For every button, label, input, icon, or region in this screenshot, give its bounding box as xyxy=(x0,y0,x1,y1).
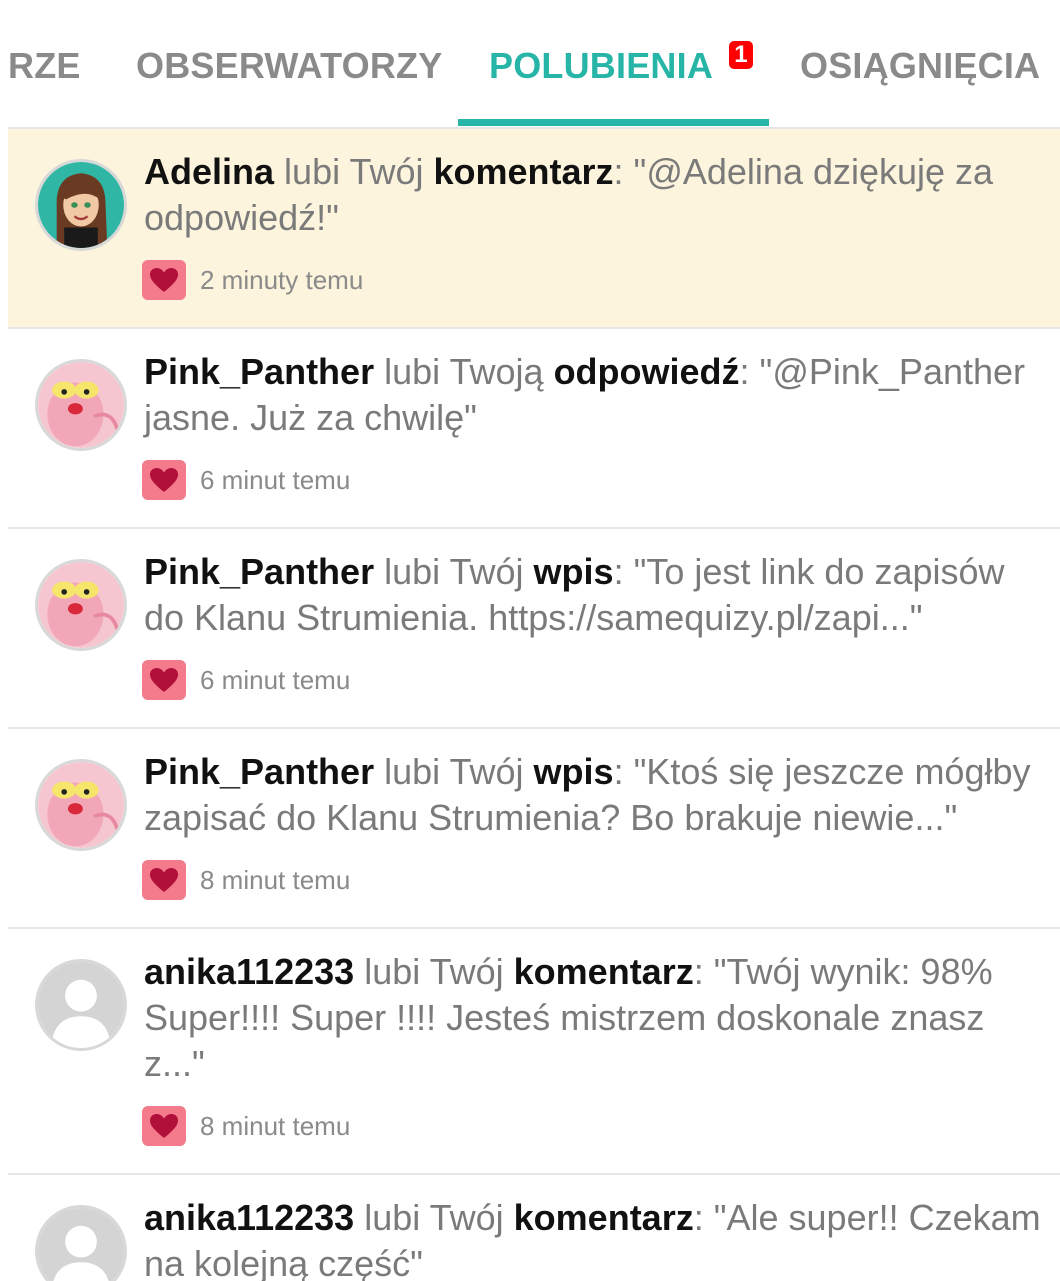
tab-bar: RZE OBSERWATORZY POLUBIENIA 1 OSIĄGNIĘCI… xyxy=(0,0,1060,127)
like-text: Pink_Panther lubi Twój wpis: "Ktoś się j… xyxy=(144,749,1044,841)
like-verb: lubi Twoją xyxy=(384,351,544,392)
like-text: Adelina lubi Twój komentarz: "@Adelina d… xyxy=(144,149,1044,241)
heart-icon xyxy=(150,1114,178,1138)
like-verb: lubi Twój xyxy=(384,551,524,592)
active-tab-indicator xyxy=(458,119,769,126)
like-text: anika112233 lubi Twój komentarz: "Ale su… xyxy=(144,1195,1044,1281)
like-text: Pink_Panther lubi Twoją odpowiedź: "@Pin… xyxy=(144,349,1044,441)
user-name[interactable]: anika112233 xyxy=(144,951,354,992)
heart-icon xyxy=(150,468,178,492)
like-meta: 8 minut temu xyxy=(142,860,350,900)
timestamp: 6 minut temu xyxy=(200,664,351,695)
object-type[interactable]: wpis xyxy=(534,751,614,792)
avatar[interactable] xyxy=(35,159,127,251)
like-verb: lubi Twój xyxy=(284,151,424,192)
list-item[interactable]: Pink_Panther lubi Twoją odpowiedź: "@Pin… xyxy=(8,327,1060,527)
default-avatar-icon xyxy=(38,962,124,1048)
tab-polubienia-label: POLUBIENIA xyxy=(489,45,714,86)
heart-icon xyxy=(150,668,178,692)
timestamp: 8 minut temu xyxy=(200,1110,351,1141)
like-meta: 6 minut temu xyxy=(142,660,350,700)
pink-panther-avatar-icon xyxy=(38,362,124,448)
user-name[interactable]: Pink_Panther xyxy=(144,751,374,792)
bitmoji-avatar-icon xyxy=(38,162,124,248)
heart-icon xyxy=(150,268,178,292)
user-name[interactable]: Pink_Panther xyxy=(144,351,374,392)
list-item[interactable]: anika112233 lubi Twój komentarz: "Twój w… xyxy=(8,927,1060,1173)
avatar[interactable] xyxy=(35,759,127,851)
user-name[interactable]: Pink_Panther xyxy=(144,551,374,592)
like-verb: lubi Twój xyxy=(364,1197,504,1238)
default-avatar-icon xyxy=(38,1208,124,1281)
timestamp: 6 minut temu xyxy=(200,464,351,495)
like-meta: 8 minut temu xyxy=(142,1106,350,1146)
heart-icon xyxy=(150,868,178,892)
heart-badge xyxy=(142,260,186,300)
like-meta: 2 minuty temu xyxy=(142,260,363,300)
likes-list: Adelina lubi Twój komentarz: "@Adelina d… xyxy=(8,127,1060,1281)
avatar[interactable] xyxy=(35,1205,127,1281)
like-meta: 6 minut temu xyxy=(142,460,350,500)
object-type[interactable]: odpowiedź xyxy=(554,351,740,392)
heart-badge xyxy=(142,460,186,500)
user-name[interactable]: anika112233 xyxy=(144,1197,354,1238)
avatar[interactable] xyxy=(35,359,127,451)
heart-badge xyxy=(142,660,186,700)
list-item[interactable]: Pink_Panther lubi Twój wpis: "To jest li… xyxy=(8,527,1060,727)
list-item[interactable]: Adelina lubi Twój komentarz: "@Adelina d… xyxy=(8,127,1060,327)
notification-badge: 1 xyxy=(729,41,754,69)
list-item[interactable]: anika112233 lubi Twój komentarz: "Ale su… xyxy=(8,1173,1060,1281)
object-type[interactable]: komentarz xyxy=(433,151,613,192)
pink-panther-avatar-icon xyxy=(38,562,124,648)
tab-rze[interactable]: RZE xyxy=(8,45,81,87)
object-type[interactable]: komentarz xyxy=(514,1197,694,1238)
timestamp: 2 minuty temu xyxy=(200,264,364,295)
timestamp: 8 minut temu xyxy=(200,864,351,895)
tab-osiagniecia[interactable]: OSIĄGNIĘCIA xyxy=(800,45,1040,87)
heart-badge xyxy=(142,1106,186,1146)
heart-badge xyxy=(142,860,186,900)
like-text: anika112233 lubi Twój komentarz: "Twój w… xyxy=(144,949,1044,1087)
list-item[interactable]: Pink_Panther lubi Twój wpis: "Ktoś się j… xyxy=(8,727,1060,927)
avatar[interactable] xyxy=(35,959,127,1051)
tab-polubienia[interactable]: POLUBIENIA 1 xyxy=(489,41,754,87)
object-type[interactable]: wpis xyxy=(534,551,614,592)
like-verb: lubi Twój xyxy=(384,751,524,792)
pink-panther-avatar-icon xyxy=(38,762,124,848)
object-type[interactable]: komentarz xyxy=(514,951,694,992)
user-name[interactable]: Adelina xyxy=(144,151,274,192)
tab-obserwatorzy[interactable]: OBSERWATORZY xyxy=(136,45,442,87)
avatar[interactable] xyxy=(35,559,127,651)
like-text: Pink_Panther lubi Twój wpis: "To jest li… xyxy=(144,549,1044,641)
like-verb: lubi Twój xyxy=(364,951,504,992)
